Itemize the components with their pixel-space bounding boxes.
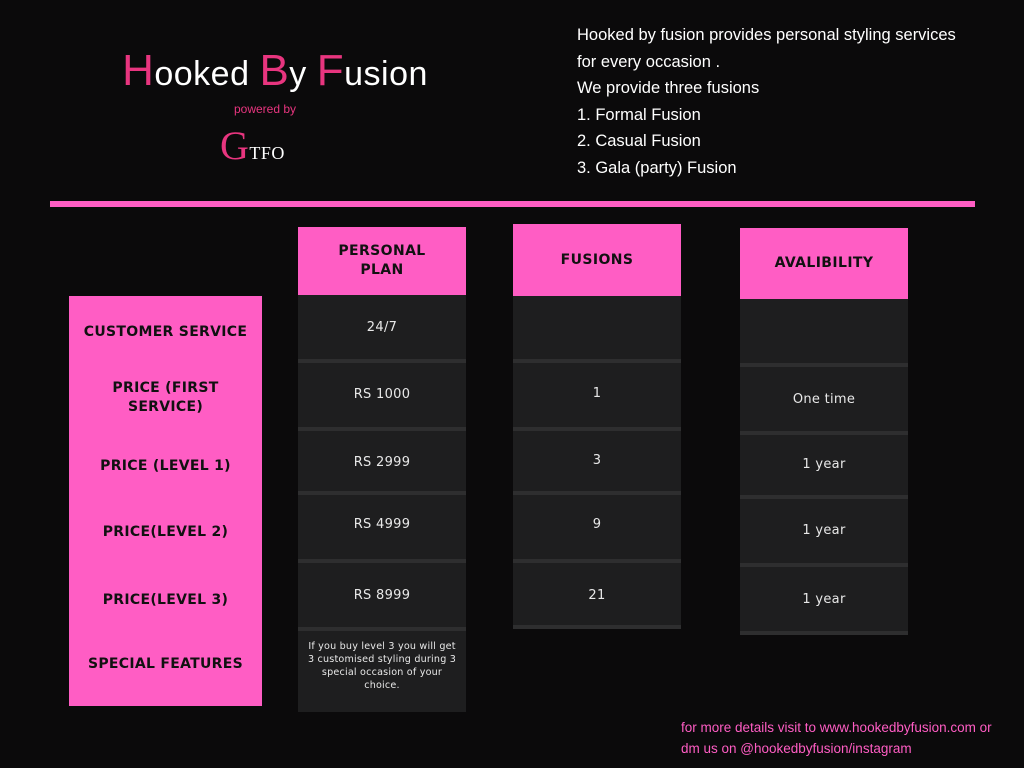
personal-plan-column: 24/7 RS 1000 RS 2999 RS 4999 RS 8999 If …	[298, 295, 466, 712]
row-labels-column: CUSTOMER SERVICE PRICE (FIRST SERVICE) P…	[69, 296, 262, 706]
table-cell: RS 8999	[298, 563, 466, 627]
special-features-note: If you buy level 3 you will get 3 custom…	[298, 631, 466, 712]
table-cell: 1 year	[740, 499, 908, 563]
table-cell: 9	[513, 495, 681, 559]
footer-instagram-line: dm us on @hookedbyfusion/instagram	[681, 741, 912, 756]
logo-text-y: y	[289, 55, 317, 93]
header-personal-plan-line2: PLAN	[360, 262, 404, 278]
table-cell: 21	[513, 563, 681, 625]
row-label-special-features: SPECIAL FEATURES	[87, 656, 244, 672]
gtfo-text: TFO	[249, 143, 285, 163]
table-cell	[513, 296, 681, 359]
pink-divider	[50, 201, 975, 207]
intro-line: Hooked by fusion provides personal styli…	[577, 26, 956, 44]
row-separator	[513, 625, 681, 629]
table-cell: RS 4999	[298, 495, 466, 559]
table-cell: 3	[513, 431, 681, 491]
row-label-price-first-line2: SERVICE)	[127, 399, 204, 415]
logo-initial-f: F	[316, 46, 345, 95]
row-label-price-first: PRICE (FIRST SERVICE)	[69, 379, 262, 417]
table-cell: RS 1000	[298, 363, 466, 427]
intro-text: Hooked by fusion provides personal styli…	[577, 22, 997, 181]
header-personal-plan-line1: PERSONAL	[338, 243, 426, 259]
fusion-list-item: 1. Formal Fusion	[577, 105, 701, 124]
header-fusions: FUSIONS	[513, 224, 681, 296]
row-label-customer-service: CUSTOMER SERVICE	[83, 324, 248, 340]
row-separator	[740, 631, 908, 635]
row-label-price-level1: PRICE (LEVEL 1)	[100, 458, 231, 474]
intro-line: We provide three fusions	[577, 79, 760, 97]
gtfo-logo: GTFO	[220, 122, 320, 169]
logo-initial-b: B	[259, 46, 290, 95]
row-label-price-level3: PRICE(LEVEL 3)	[102, 592, 229, 608]
logo-initial-h: H	[122, 46, 155, 95]
table-cell: 1 year	[740, 567, 908, 631]
table-cell: One time	[740, 367, 908, 431]
gtfo-initial: G	[220, 123, 250, 168]
logo-text-usion: usion	[344, 55, 428, 93]
fusion-list-item: 3. Gala (party) Fusion	[577, 158, 737, 177]
footer-website-line: for more details visit to www.hookedbyfu…	[681, 720, 992, 735]
row-label-price-level2: PRICE(LEVEL 2)	[102, 524, 229, 540]
brand-logo: Hooked By Fusion	[110, 46, 440, 96]
availability-column: One time 1 year 1 year 1 year	[740, 299, 908, 635]
table-cell: 24/7	[298, 295, 466, 359]
table-cell: 1 year	[740, 435, 908, 495]
table-cell: RS 2999	[298, 431, 466, 491]
table-cell	[740, 299, 908, 363]
fusions-column: 1 3 9 21	[513, 296, 681, 629]
intro-line: for every occasion .	[577, 52, 721, 71]
fusion-list-item: 2. Casual Fusion	[577, 132, 701, 150]
contact-footer: for more details visit to www.hookedbyfu…	[681, 717, 1021, 759]
table-cell: 1	[513, 363, 681, 427]
row-label-price-first-line1: PRICE (FIRST	[112, 380, 219, 396]
logo-text-ooked: ooked	[154, 55, 260, 93]
header-availability: AVALIBILITY	[740, 228, 908, 299]
header-personal-plan: PERSONAL PLAN	[298, 227, 466, 295]
powered-by-label: powered by	[233, 102, 297, 116]
